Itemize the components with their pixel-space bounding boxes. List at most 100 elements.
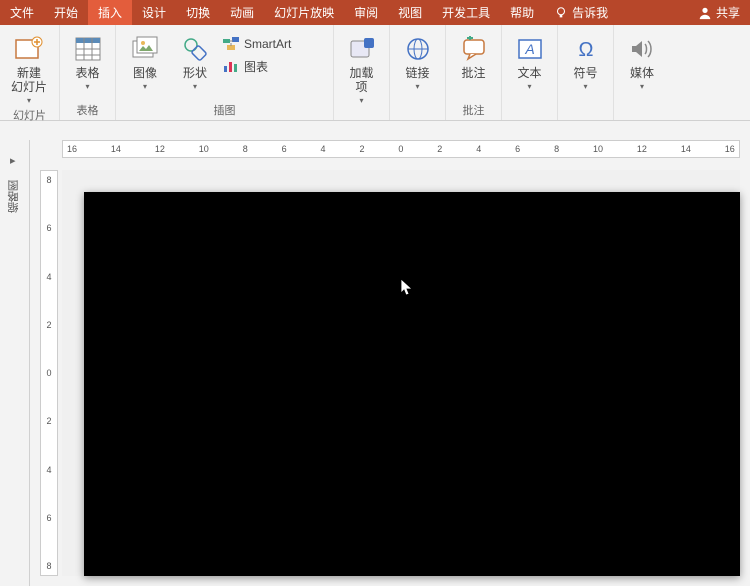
ruler-tick: 14 <box>111 144 121 154</box>
ruler-tick: 2 <box>46 320 51 330</box>
text-label: 文本 <box>517 67 541 81</box>
group-slides-label: 幻灯片 <box>0 105 59 125</box>
new-slide-button[interactable]: 新建 幻灯片 ▾ <box>6 31 52 105</box>
vertical-ruler: 864202468 <box>40 170 58 576</box>
chevron-down-icon: ▾ <box>193 82 197 91</box>
text-button[interactable]: A 文本 ▾ <box>508 31 551 91</box>
tell-me-search[interactable]: 告诉我 <box>544 0 618 25</box>
speaker-icon <box>626 33 658 65</box>
group-illustrations-label: 插图 <box>116 100 333 120</box>
symbol-label: 符号 <box>573 67 597 81</box>
chevron-down-icon: ▾ <box>85 82 89 91</box>
ruler-tick: 8 <box>243 144 248 154</box>
chevron-down-icon: ▾ <box>583 82 587 91</box>
ruler-tick: 8 <box>554 144 559 154</box>
ruler-tick: 12 <box>155 144 165 154</box>
group-tables-label: 表格 <box>60 100 115 120</box>
links-button[interactable]: 链接 ▾ <box>396 31 439 91</box>
tab-insert[interactable]: 插入 <box>88 0 132 25</box>
smartart-label: SmartArt <box>244 37 291 51</box>
ruler-tick: 4 <box>321 144 326 154</box>
chevron-down-icon: ▾ <box>359 96 363 105</box>
ruler-tick: 6 <box>46 223 51 233</box>
shapes-label: 形状 <box>183 67 207 81</box>
new-slide-icon <box>13 33 45 65</box>
comment-icon <box>458 33 490 65</box>
ruler-tick: 6 <box>515 144 520 154</box>
table-label: 表格 <box>75 67 99 81</box>
ruler-tick: 12 <box>637 144 647 154</box>
group-text-label <box>502 116 557 120</box>
addins-button[interactable]: 加载 项 ▾ <box>340 31 383 105</box>
share-button[interactable]: 共享 <box>688 0 750 25</box>
tab-animations[interactable]: 动画 <box>220 0 264 25</box>
group-addins-label <box>334 116 389 120</box>
ruler-tick: 0 <box>398 144 403 154</box>
group-illustrations: 图像 ▾ 形状 ▾ SmartArt <box>116 25 334 120</box>
ruler-tick: 2 <box>359 144 364 154</box>
comment-button[interactable]: 批注 <box>452 31 495 81</box>
shapes-icon <box>179 33 211 65</box>
media-button[interactable]: 媒体 ▾ <box>620 31 664 91</box>
lightbulb-icon <box>554 6 568 20</box>
ruler-tick: 4 <box>46 465 51 475</box>
ruler-tick: 16 <box>725 144 735 154</box>
chevron-down-icon: ▾ <box>415 82 419 91</box>
ruler-tick: 4 <box>476 144 481 154</box>
shapes-button[interactable]: 形状 ▾ <box>172 31 218 91</box>
chevron-down-icon: ▾ <box>527 82 531 91</box>
ruler-tick: 10 <box>199 144 209 154</box>
tab-help[interactable]: 帮助 <box>500 0 544 25</box>
addins-label: 加载 项 <box>349 67 373 95</box>
tab-home[interactable]: 开始 <box>44 0 88 25</box>
group-media-label <box>614 116 670 120</box>
chart-icon <box>222 57 240 75</box>
horizontal-ruler: 1614121086420246810121416 <box>62 140 740 158</box>
symbol-button[interactable]: Ω 符号 ▾ <box>564 31 607 91</box>
tab-developer[interactable]: 开发工具 <box>432 0 500 25</box>
ruler-tick: 0 <box>46 368 51 378</box>
slide[interactable] <box>84 192 740 576</box>
images-icon <box>129 33 161 65</box>
images-button[interactable]: 图像 ▾ <box>122 31 168 91</box>
smartart-button[interactable]: SmartArt <box>222 35 291 53</box>
chart-button[interactable]: 图表 <box>222 57 291 75</box>
thumbnails-collapsed-panel: ▸ 缩略图 <box>0 140 30 586</box>
svg-text:Ω: Ω <box>578 39 593 61</box>
group-text: A 文本 ▾ <box>502 25 558 120</box>
new-slide-label: 新建 幻灯片 <box>11 67 47 95</box>
expand-thumbnails-button[interactable]: ▸ <box>10 154 16 167</box>
ruler-tick: 6 <box>46 513 51 523</box>
group-tables: 表格 ▾ 表格 <box>60 25 116 120</box>
comment-label: 批注 <box>461 67 485 81</box>
ribbon: 新建 幻灯片 ▾ 幻灯片 表格 ▾ 表格 图像 ▾ <box>0 25 750 121</box>
tab-transitions[interactable]: 切换 <box>176 0 220 25</box>
omega-icon: Ω <box>570 33 602 65</box>
thumbnails-label: 缩略图 <box>6 180 22 213</box>
group-links: 链接 ▾ <box>390 25 446 120</box>
chart-label: 图表 <box>244 58 268 75</box>
group-addins: 加载 项 ▾ <box>334 25 390 120</box>
menu-tab-bar: 文件 开始 插入 设计 切换 动画 幻灯片放映 审阅 视图 开发工具 帮助 告诉… <box>0 0 750 25</box>
tab-slideshow[interactable]: 幻灯片放映 <box>264 0 344 25</box>
textbox-icon: A <box>514 33 546 65</box>
tab-design[interactable]: 设计 <box>132 0 176 25</box>
chevron-down-icon: ▾ <box>640 82 644 91</box>
ruler-tick: 14 <box>681 144 691 154</box>
table-button[interactable]: 表格 ▾ <box>66 31 109 91</box>
group-comments: 批注 批注 <box>446 25 502 120</box>
group-links-label <box>390 116 445 120</box>
group-symbols-label <box>558 116 613 120</box>
tab-file[interactable]: 文件 <box>0 0 44 25</box>
group-symbols: Ω 符号 ▾ <box>558 25 614 120</box>
share-label: 共享 <box>716 4 740 21</box>
table-icon <box>72 33 104 65</box>
tab-review[interactable]: 审阅 <box>344 0 388 25</box>
tab-view[interactable]: 视图 <box>388 0 432 25</box>
chevron-down-icon: ▾ <box>27 96 31 105</box>
ruler-tick: 2 <box>437 144 442 154</box>
slide-canvas-area <box>62 170 740 576</box>
ruler-tick: 2 <box>46 416 51 426</box>
ruler-tick: 10 <box>593 144 603 154</box>
person-icon <box>698 6 712 20</box>
